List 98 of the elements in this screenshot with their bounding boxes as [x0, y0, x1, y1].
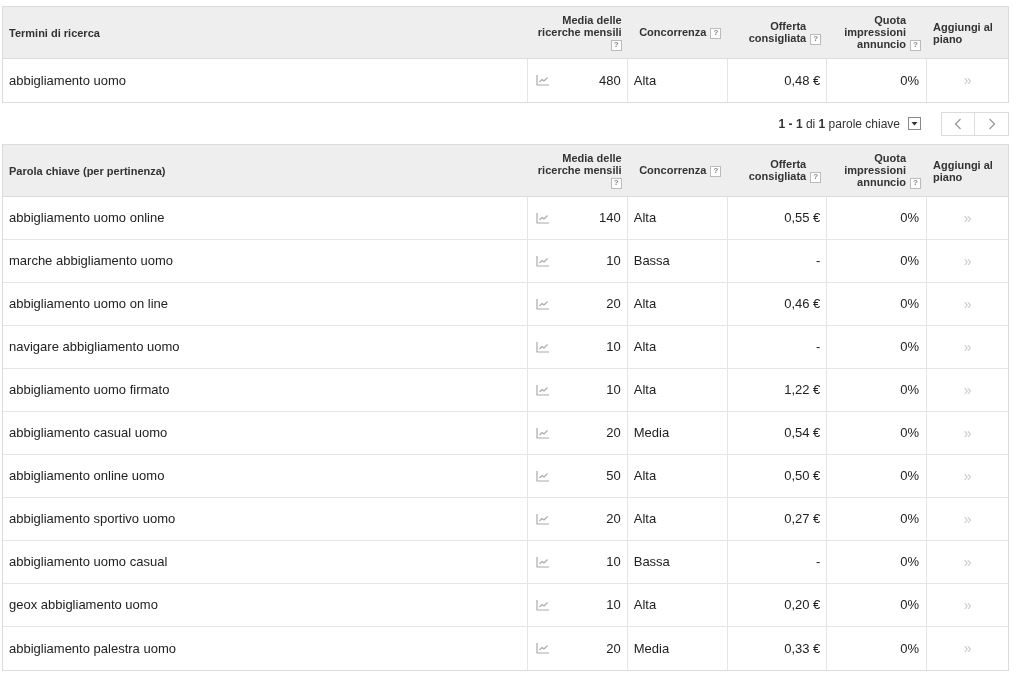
pagination-info: 1 - 1 di 1 parole chiave: [778, 115, 900, 133]
keyword-text: marche abbigliamento uomo: [9, 252, 174, 271]
trend-chart-icon[interactable]: [535, 513, 549, 525]
monthly-searches: 10: [606, 596, 621, 615]
trend-chart-icon[interactable]: [535, 75, 549, 86]
chevron-left-icon: [954, 117, 962, 130]
impression-share: 0%: [900, 510, 920, 529]
impression-share: 0%: [900, 596, 920, 615]
monthly-searches: 20: [606, 510, 621, 529]
next-page-button[interactable]: [975, 111, 1009, 136]
column-header[interactable]: Aggiungi al piano: [933, 20, 1003, 45]
keyword-text: abbigliamento sportivo uomo: [9, 510, 176, 529]
suggested-bid: -: [816, 252, 821, 271]
keyword-text: abbigliamento uomo firmato: [9, 381, 170, 400]
impression-share: 0%: [900, 295, 920, 314]
column-header[interactable]: Concorrenza: [639, 26, 707, 39]
column-header[interactable]: Media delle ricerche mensili: [531, 14, 622, 39]
keyword-text: navigare abbigliamento uomo: [9, 338, 180, 357]
impression-share: 0%: [900, 338, 920, 357]
competition-level: Alta: [633, 596, 657, 615]
competition-level: Media: [633, 639, 670, 658]
help-icon[interactable]: ?: [710, 165, 722, 177]
suggested-bid: 0,48 €: [784, 71, 821, 90]
keyword-text: abbigliamento uomo: [9, 71, 127, 90]
monthly-searches: 50: [606, 467, 621, 486]
impression-share: 0%: [900, 424, 920, 443]
monthly-searches: 140: [599, 209, 621, 228]
help-icon[interactable]: ?: [910, 177, 921, 189]
column-header[interactable]: Parola chiave (per pertinenza): [9, 164, 166, 177]
impression-share: 0%: [900, 639, 920, 658]
suggested-bid: 0,46 €: [784, 295, 821, 314]
trend-chart-icon[interactable]: [535, 556, 549, 568]
keyword-text: abbigliamento palestra uomo: [9, 639, 176, 658]
help-icon[interactable]: ?: [710, 27, 722, 39]
suggested-bid: 0,20 €: [784, 596, 821, 615]
monthly-searches: 10: [606, 553, 621, 572]
help-icon[interactable]: ?: [610, 177, 622, 189]
column-header[interactable]: Offerta consigliata: [748, 20, 807, 45]
suggested-bid: -: [816, 553, 821, 572]
column-header[interactable]: Aggiungi al piano: [933, 158, 1003, 183]
keyword-text: abbigliamento uomo online: [9, 209, 165, 228]
chevron-right-icon: [987, 117, 996, 130]
column-header[interactable]: Concorrenza: [639, 164, 707, 177]
suggested-bid: 0,55 €: [784, 209, 821, 228]
column-header[interactable]: Quota impressioni annuncio: [840, 14, 906, 51]
suggested-bid: 0,50 €: [784, 467, 821, 486]
trend-chart-icon[interactable]: [535, 384, 549, 396]
monthly-searches: 480: [599, 71, 621, 90]
competition-level: Alta: [633, 338, 657, 357]
trend-chart-icon[interactable]: [535, 341, 549, 353]
competition-level: Bassa: [633, 252, 670, 271]
suggested-bid: 0,54 €: [784, 424, 821, 443]
trend-chart-icon[interactable]: [535, 470, 549, 482]
trend-chart-icon[interactable]: [535, 643, 549, 654]
competition-level: Alta: [633, 209, 657, 228]
previous-page-button[interactable]: [941, 111, 975, 136]
monthly-searches: 10: [606, 252, 621, 271]
competition-level: Alta: [633, 510, 657, 529]
help-icon[interactable]: ?: [610, 39, 622, 51]
impression-share: 0%: [900, 553, 920, 572]
trend-chart-icon[interactable]: [535, 599, 549, 611]
competition-level: Media: [633, 424, 670, 443]
keyword-text: abbigliamento uomo casual: [9, 553, 168, 572]
column-header[interactable]: Quota impressioni annuncio: [840, 152, 906, 189]
monthly-searches: 20: [606, 424, 621, 443]
monthly-searches: 20: [606, 295, 621, 314]
suggested-bid: 1,22 €: [784, 381, 821, 400]
column-header[interactable]: Offerta consigliata: [748, 158, 807, 183]
competition-level: Bassa: [633, 553, 670, 572]
monthly-searches: 10: [606, 381, 621, 400]
keyword-text: abbigliamento uomo on line: [9, 295, 168, 314]
impression-share: 0%: [900, 467, 920, 486]
help-icon[interactable]: ?: [810, 171, 822, 183]
keyword-text: geox abbigliamento uomo: [9, 596, 158, 615]
help-icon[interactable]: ?: [810, 33, 822, 45]
impression-share: 0%: [900, 71, 920, 90]
competition-level: Alta: [633, 467, 657, 486]
competition-level: Alta: [633, 381, 657, 400]
keyword-text: abbigliamento casual uomo: [9, 424, 168, 443]
suggested-bid: 0,33 €: [784, 639, 821, 658]
suggested-bid: -: [816, 338, 821, 357]
column-header[interactable]: Termini di ricerca: [9, 26, 100, 39]
trend-chart-icon[interactable]: [535, 255, 549, 267]
monthly-searches: 20: [606, 639, 621, 658]
trend-chart-icon[interactable]: [535, 298, 549, 310]
impression-share: 0%: [900, 252, 920, 271]
column-header[interactable]: Media delle ricerche mensili: [531, 152, 622, 177]
dropdown-icon[interactable]: [908, 117, 921, 130]
trend-chart-icon[interactable]: [535, 427, 549, 439]
monthly-searches: 10: [606, 338, 621, 357]
trend-chart-icon[interactable]: [535, 212, 549, 224]
impression-share: 0%: [900, 209, 920, 228]
suggested-bid: 0,27 €: [784, 510, 821, 529]
help-icon[interactable]: ?: [910, 39, 921, 51]
keyword-text: abbigliamento online uomo: [9, 467, 165, 486]
impression-share: 0%: [900, 381, 920, 400]
competition-level: Alta: [633, 295, 657, 314]
competition-level: Alta: [633, 71, 657, 90]
